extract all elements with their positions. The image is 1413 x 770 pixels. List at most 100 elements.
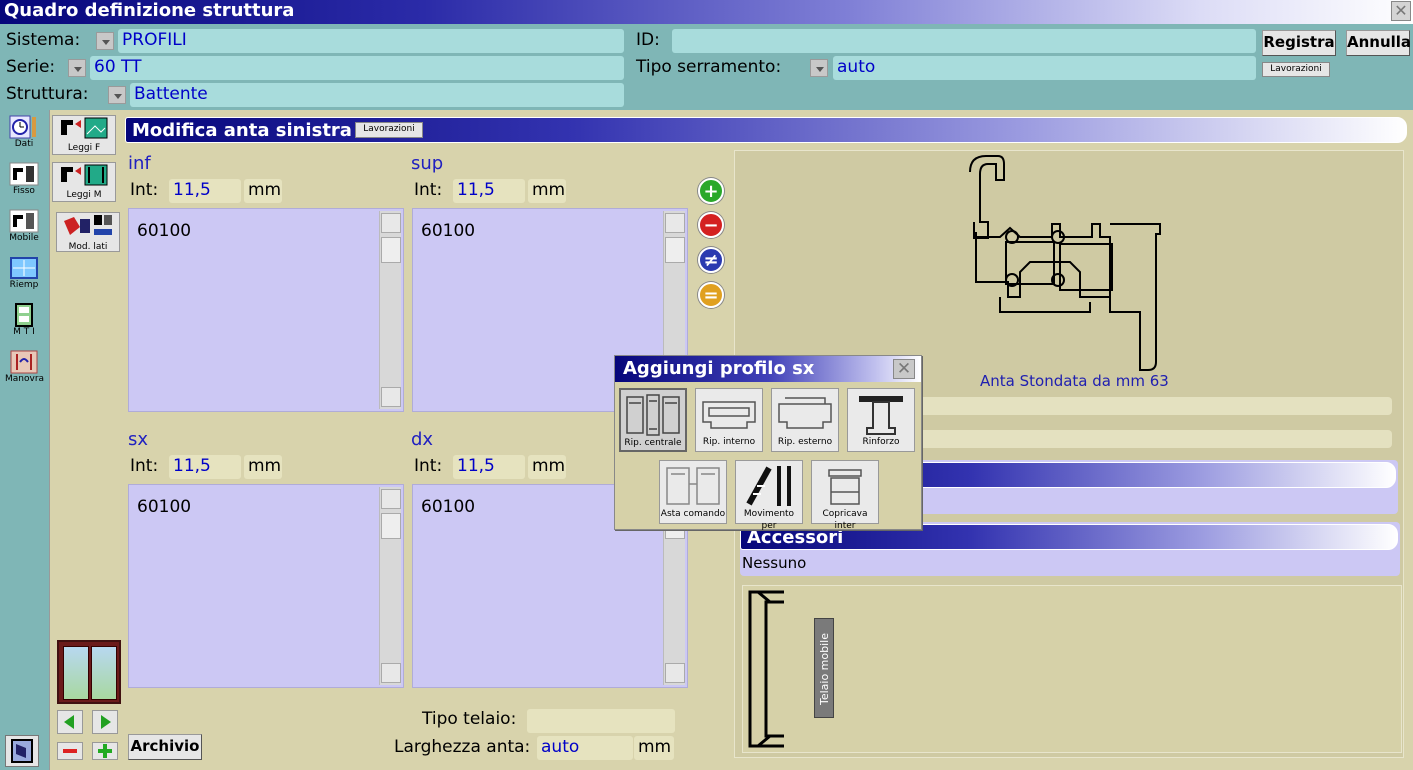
- tile-label: Copricava inter: [822, 509, 868, 531]
- tool-bottom-left[interactable]: [5, 735, 39, 767]
- rip-esterno-icon: [778, 397, 832, 429]
- registra-button[interactable]: Registra: [1262, 30, 1336, 56]
- tool-mobile-label: Mobile: [9, 233, 39, 243]
- larghezza-anta-unit: mm: [634, 736, 674, 760]
- not-equal-button[interactable]: ≠: [698, 247, 724, 273]
- arrow-left-icon: [64, 715, 74, 729]
- tile-movimento-per[interactable]: Movimento per: [735, 460, 803, 531]
- tile-label: Asta comando: [660, 509, 726, 519]
- side-sup-int-label: Int:: [414, 180, 443, 200]
- side-dx-unit: mm: [528, 455, 566, 479]
- scroll-thumb[interactable]: [381, 237, 401, 263]
- side-inf-int-field[interactable]: 11,5: [169, 179, 241, 203]
- side-sx-int-field[interactable]: 11,5: [169, 455, 241, 479]
- tool-riemp[interactable]: Riemp: [5, 256, 43, 296]
- list-item[interactable]: 60100: [421, 497, 475, 517]
- popup-close-button[interactable]: ✕: [893, 359, 915, 379]
- minus-icon: [63, 749, 77, 753]
- lavorazioni-header-button[interactable]: Lavorazioni: [1262, 62, 1330, 77]
- side-dx-int-field[interactable]: 11,5: [453, 455, 525, 479]
- serie-dropdown[interactable]: [68, 59, 86, 77]
- next-button[interactable]: [92, 710, 118, 734]
- tile-rip-centrale[interactable]: Rip. centrale: [619, 388, 687, 452]
- sistema-dropdown[interactable]: [96, 32, 114, 50]
- tool-leggi-f-label: Leggi F: [67, 143, 101, 153]
- clock-icon: [9, 115, 36, 139]
- side-sx-unit: mm: [244, 455, 282, 479]
- window-title-bar: Quadro definizione struttura: [0, 0, 1413, 24]
- tool-leggi-m[interactable]: Leggi M: [52, 162, 116, 202]
- tool-manovra-label: Manovra: [5, 374, 45, 384]
- tipo-telaio-field[interactable]: [527, 709, 675, 733]
- tool-leggi-m-label: Leggi M: [66, 190, 102, 200]
- list-item[interactable]: 60100: [137, 221, 191, 241]
- tile-rip-interno[interactable]: Rip. interno: [695, 388, 763, 452]
- tool-manovra[interactable]: Manovra: [5, 350, 45, 390]
- side-inf-unit: mm: [244, 179, 282, 203]
- scroll-down-arrow[interactable]: [665, 663, 685, 683]
- scroll-up-arrow[interactable]: [381, 489, 401, 509]
- tile-asta-comando[interactable]: Asta comando: [659, 460, 727, 524]
- annulla-button[interactable]: Annulla: [1346, 30, 1411, 56]
- scroll-down-arrow[interactable]: [381, 663, 401, 683]
- tile-rip-esterno[interactable]: Rip. esterno: [771, 388, 839, 452]
- telaio-mobile-tag: Telaio mobile: [814, 618, 834, 718]
- profile-caption: Anta Stondata da mm 63: [980, 372, 1169, 390]
- read-sash-icon: [61, 164, 108, 186]
- door-icon: [11, 739, 33, 763]
- sistema-field[interactable]: PROFILI: [118, 29, 624, 53]
- accessori-value: Nessuno: [742, 554, 807, 572]
- list-item[interactable]: 60100: [137, 497, 191, 517]
- tile-copricava-inter[interactable]: Copricava inter: [811, 460, 879, 531]
- telaio-mobile-label: Telaio mobile: [818, 633, 831, 706]
- side-sx-list[interactable]: 60100: [128, 484, 404, 688]
- window-close-button[interactable]: ✕: [1391, 1, 1411, 21]
- tipo-serramento-field[interactable]: auto: [833, 56, 1256, 80]
- scroll-down-arrow[interactable]: [381, 387, 401, 407]
- prev-button[interactable]: [57, 710, 83, 734]
- equal-icon: =: [703, 285, 719, 306]
- tile-label: Rip. esterno: [777, 437, 833, 447]
- remove-profile-button[interactable]: −: [698, 212, 724, 238]
- struttura-field[interactable]: Battente: [130, 83, 624, 107]
- add-profile-button[interactable]: +: [698, 178, 724, 204]
- frame-section-drawing: [748, 590, 784, 748]
- plus-icon: [98, 744, 112, 758]
- side-sx-scrollbar[interactable]: [379, 487, 401, 685]
- tool-dati[interactable]: Dati: [5, 115, 43, 155]
- id-field[interactable]: [672, 29, 1256, 53]
- side-dx-title: dx: [411, 429, 434, 450]
- tool-leggi-f[interactable]: Leggi F: [52, 115, 116, 155]
- list-item[interactable]: 60100: [421, 221, 475, 241]
- read-frame-icon: [61, 117, 108, 139]
- rinforzo-icon: [859, 396, 903, 435]
- archivio-button[interactable]: Archivio: [128, 734, 202, 760]
- window-preview: [57, 640, 121, 704]
- larghezza-anta-field[interactable]: auto: [537, 736, 633, 760]
- add-anta-button[interactable]: [92, 742, 118, 760]
- side-inf-scrollbar[interactable]: [379, 211, 401, 409]
- remove-anta-button[interactable]: [57, 742, 83, 760]
- scroll-thumb[interactable]: [665, 237, 685, 263]
- tool-mti[interactable]: M T I: [5, 303, 43, 343]
- serie-field[interactable]: 60 TT: [90, 56, 624, 80]
- not-equal-icon: ≠: [703, 250, 719, 271]
- tipo-serramento-label: Tipo serramento:: [636, 57, 782, 77]
- tool-mobile[interactable]: Mobile: [5, 209, 43, 249]
- add-icon: +: [703, 181, 719, 202]
- tipo-serramento-dropdown[interactable]: [810, 59, 828, 77]
- struttura-dropdown[interactable]: [108, 86, 126, 104]
- side-inf-list[interactable]: 60100: [128, 208, 404, 412]
- equal-button[interactable]: =: [698, 282, 724, 308]
- side-sup-int-field[interactable]: 11,5: [453, 179, 525, 203]
- scroll-up-arrow[interactable]: [381, 213, 401, 233]
- lavorazioni-section-button[interactable]: Lavorazioni: [355, 122, 423, 138]
- scroll-up-arrow[interactable]: [665, 213, 685, 233]
- tool-mod-lati[interactable]: Mod. lati: [56, 212, 120, 252]
- scroll-thumb[interactable]: [381, 513, 401, 539]
- tool-fisso[interactable]: Fisso: [5, 162, 43, 202]
- tool-fisso-label: Fisso: [13, 186, 35, 196]
- tile-rinforzo[interactable]: Rinforzo: [847, 388, 915, 452]
- side-inf-int-label: Int:: [130, 180, 159, 200]
- side-sx-title: sx: [128, 429, 149, 450]
